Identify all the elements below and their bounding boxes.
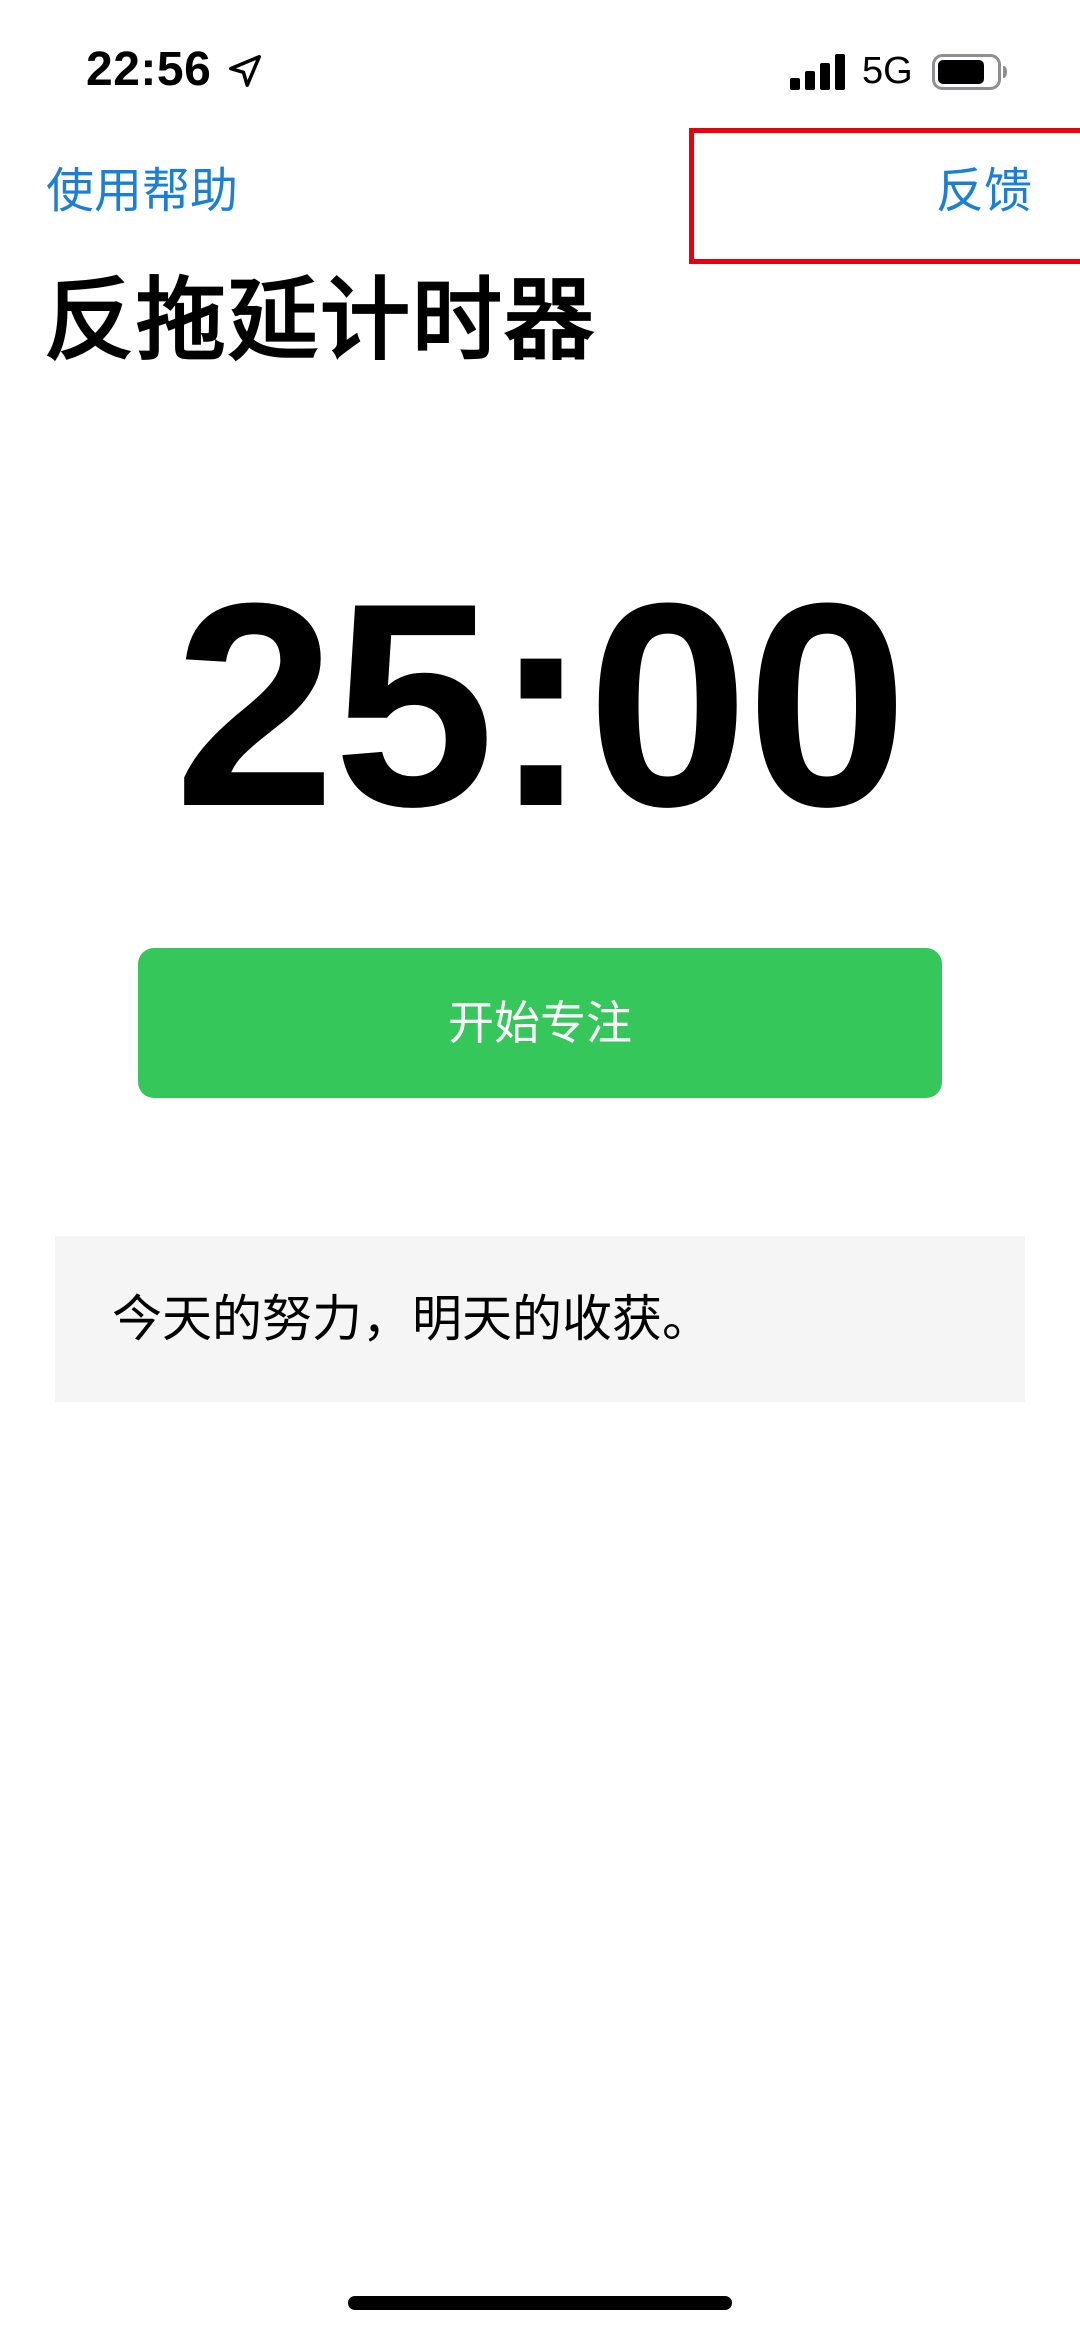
quote-text: 今天的努力，明天的收获。 [112,1290,712,1348]
quote-card: 今天的努力，明天的收获。 [55,1236,1025,1402]
status-bar: 22:56 5G [0,0,1080,140]
feedback-link[interactable]: 反馈 [936,160,1032,222]
cellular-signal-icon [790,54,845,90]
timer-display: 25:00 [174,543,908,867]
location-arrow-icon [229,55,261,87]
help-link[interactable]: 使用帮助 [46,160,238,222]
home-indicator[interactable] [348,2296,732,2310]
status-time: 22:56 [86,43,212,96]
network-type: 5G [862,50,913,92]
page-title: 反拖延计时器 [44,268,596,373]
start-focus-button[interactable]: 开始专注 [138,948,942,1098]
battery-icon [932,54,1007,90]
